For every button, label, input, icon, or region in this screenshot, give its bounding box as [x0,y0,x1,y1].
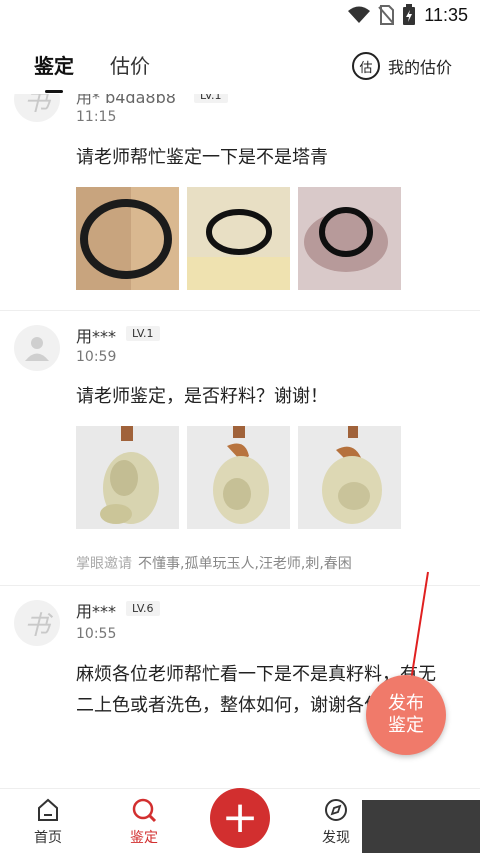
post-image-jade-1[interactable] [76,426,179,529]
my-valuation-label: 我的估价 [387,58,452,77]
publish-appraisal-button[interactable]: 发布 鉴定 [366,675,446,755]
battery-icon [403,4,416,25]
fab-line-1: 发布 [388,693,424,714]
watermark-overlay [362,800,480,853]
status-icons: 11:35 [348,4,468,26]
post-image-bracelet-wrist[interactable] [76,187,179,290]
post-card[interactable]: 用*** LV.1 10:59 请老师鉴定，是否籽料？谢谢！ 掌眼邀请 不懂事,… [0,311,480,585]
level-badge: LV.1 [126,326,160,341]
nav-appraise[interactable]: 鉴定 [114,797,174,847]
valuation-icon: 估 [351,52,380,80]
nav-appraise-label: 鉴定 [130,830,158,846]
username[interactable]: 用* b4da8b8 [76,94,176,108]
post-text[interactable]: 请老师鉴定，是否籽料？谢谢！ [76,381,446,412]
invite-label: 掌眼邀请 [76,556,132,572]
active-tab-indicator [45,90,63,93]
invite-line: 掌眼邀请 不懂事,孤单玩玉人,汪老师,刺,春困 [76,553,352,573]
discover-icon [325,799,347,821]
post-time: 10:59 [76,349,117,365]
post-image-jade-2[interactable] [187,426,290,529]
no-sim-icon [378,5,395,25]
post-card[interactable]: 书 用* b4da8b8 LV.1 11:15 请老师帮忙鉴定一下是不是塔青 [0,94,480,310]
image-row [76,187,401,290]
post-image-bracelet-hand[interactable] [298,187,401,290]
post-text[interactable]: 请老师帮忙鉴定一下是不是塔青 [76,142,446,173]
nav-discover[interactable]: 发现 [306,797,366,847]
home-icon [38,798,58,821]
level-badge: LV.1 [194,94,228,103]
nav-home-label: 首页 [34,830,62,846]
appraise-icon [132,798,157,823]
username[interactable]: 用*** [76,323,116,347]
my-valuation-button[interactable]: 估 我的估价 [351,52,452,80]
status-bar: 11:35 [0,0,480,32]
image-row [76,426,401,529]
avatar[interactable]: 书 [14,600,60,646]
invited-experts[interactable]: 不懂事,孤单玩玉人,汪老师,刺,春困 [138,556,352,572]
avatar-glyph: 书 [23,94,50,117]
username[interactable]: 用*** [76,598,116,622]
post-image-bracelet-table[interactable] [187,187,290,290]
nav-discover-label: 发现 [322,830,350,846]
post-image-jade-3[interactable] [298,426,401,529]
nav-home[interactable]: 首页 [18,797,78,847]
avatar[interactable]: 书 [14,94,60,122]
status-time: 11:35 [424,4,468,25]
tab-valuation[interactable]: 估价 [110,50,150,79]
top-header: 鉴定 估价 估 我的估价 [0,32,480,94]
level-badge: LV.6 [126,601,160,616]
wifi-icon [348,6,371,23]
fab-line-2: 鉴定 [388,715,424,736]
default-avatar-icon [25,337,49,361]
post-time: 10:55 [76,626,117,642]
post-time: 11:15 [76,109,117,125]
tab-appraise[interactable]: 鉴定 [34,50,74,79]
plus-icon[interactable]: + [210,788,270,848]
avatar-glyph: 书 [23,610,50,641]
avatar[interactable] [14,325,60,371]
